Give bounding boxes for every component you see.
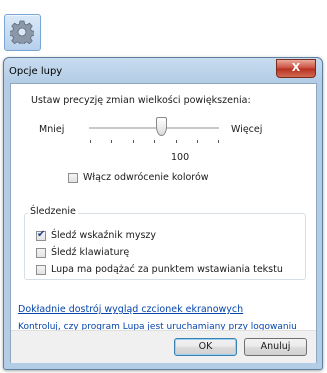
magnifier-options-launcher[interactable] [4,14,41,51]
track-keyboard-label: Śledź klawiaturę [51,247,130,258]
slider-less-label: Mniej [39,124,65,135]
track-text-cursor-checkbox[interactable] [36,264,46,275]
invert-colors-option[interactable]: Włącz odwrócenie kolorów [68,172,209,183]
dialog-footer: OK Anuluj [11,330,316,363]
zoom-step-heading: Ustaw precyzję zmian wielkości powiększe… [31,95,251,106]
cancel-button[interactable]: Anuluj [244,338,307,356]
dialog-client-area: Ustaw precyzję zmian wielkości powiększe… [10,83,317,363]
slider-tick [133,140,134,143]
track-text-cursor-option[interactable]: Lupa ma podążać za punktem wstawiania te… [36,264,283,275]
track-keyboard-option[interactable]: Śledź klawiaturę [36,247,129,258]
slider-more-label: Więcej [231,124,263,135]
ok-button[interactable]: OK [174,338,237,356]
zoom-value: 100 [171,152,190,163]
close-button[interactable]: X [276,59,316,78]
slider-tick [111,140,112,143]
track-mouse-label: Śledź wskaźnik myszy [51,230,157,241]
dialog-content: Ustaw precyzję zmian wielkości powiększe… [11,84,316,332]
invert-colors-checkbox[interactable] [68,172,78,183]
invert-colors-label: Włącz odwrócenie kolorów [83,172,209,183]
slider-tick [154,140,155,143]
track-text-cursor-label: Lupa ma podążać za punktem wstawiania te… [51,264,283,275]
track-mouse-checkbox[interactable] [36,229,46,241]
track-mouse-option[interactable]: Śledź wskaźnik myszy [36,229,157,241]
magnifier-options-dialog: Opcje lupy X Ustaw precyzję zmian wielko… [3,57,323,370]
fine-tune-fonts-link[interactable]: Dokładnie dostrój wygląd czcionek ekrano… [18,304,243,315]
window-title: Opcje lupy [9,66,63,77]
slider-tick [176,140,177,143]
zoom-slider-thumb[interactable] [156,117,167,136]
close-icon: X [291,61,301,74]
slider-tick [90,140,91,143]
zoom-slider-track[interactable] [89,127,219,130]
slider-tick [218,140,219,143]
tracking-group-title: Śledzenie [28,206,78,217]
slider-tick [197,140,198,143]
track-keyboard-checkbox[interactable] [36,247,46,258]
